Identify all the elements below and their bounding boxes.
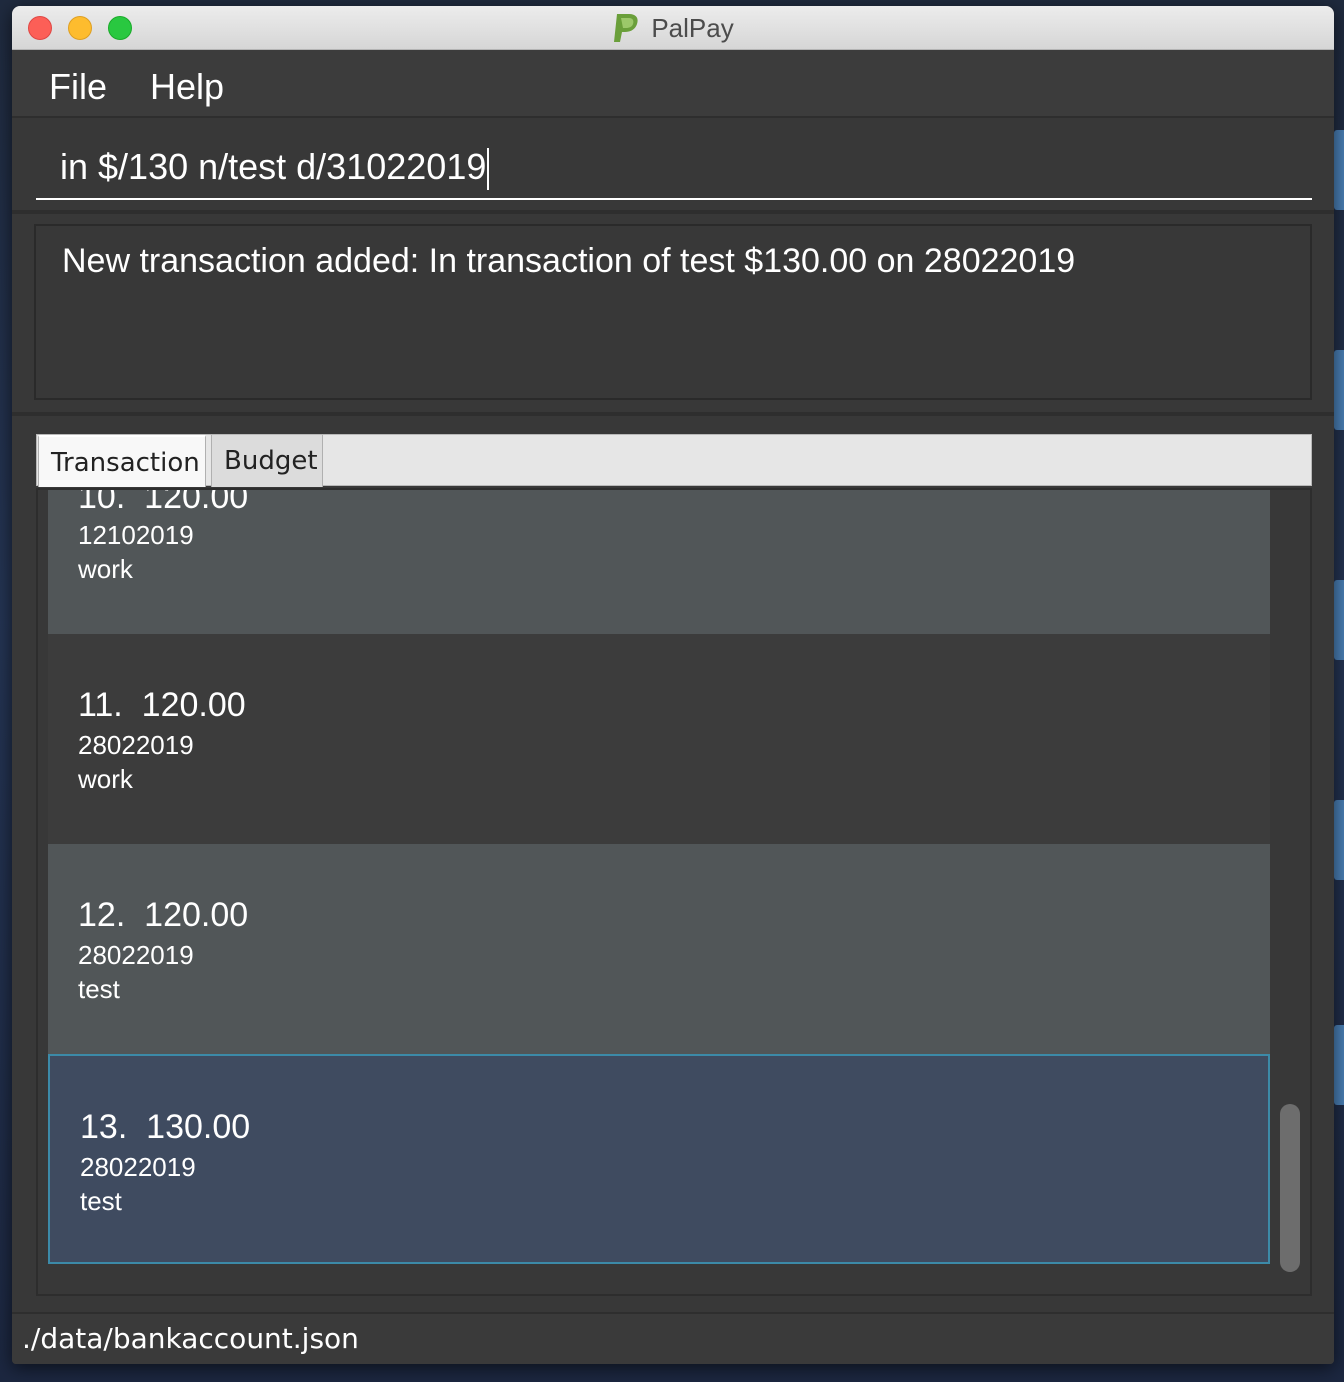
transaction-index: 11. (78, 686, 123, 724)
desktop-background-strip (1334, 580, 1344, 660)
tab-transaction[interactable]: Transaction (38, 435, 206, 487)
desktop-background-strip (1334, 1025, 1344, 1105)
transaction-list[interactable]: 10. 120.00 12102019 work 11. 120.00 2802… (36, 488, 1312, 1296)
result-display[interactable]: New transaction added: In transaction of… (34, 224, 1312, 400)
transaction-description: work (78, 554, 133, 584)
transaction-description: test (80, 1186, 122, 1216)
transaction-amount: 120.00 (141, 686, 246, 724)
transaction-description: test (78, 974, 120, 1004)
app-window: PalPay File Help in $/130 n/test d/31022… (12, 6, 1334, 1364)
desktop-background-strip (1334, 350, 1344, 430)
tab-budget[interactable]: Budget (211, 435, 323, 487)
menu-bar: File Help (12, 50, 1334, 118)
tab-bar: Transaction Budget (36, 434, 1312, 487)
transaction-header: 11. 120.00 (78, 686, 246, 725)
transaction-index: 10. (78, 488, 126, 516)
desktop-background-strip (1334, 800, 1344, 880)
transaction-card-selected[interactable]: 13. 130.00 28022019 test (48, 1054, 1270, 1264)
desktop-background-strip (1334, 130, 1344, 210)
transaction-index: 12. (78, 896, 126, 934)
command-box-area: in $/130 n/test d/31022019 (12, 118, 1334, 214)
transaction-list-content: 10. 120.00 12102019 work 11. 120.00 2802… (48, 488, 1272, 1264)
transaction-header: 12. 120.00 (78, 896, 248, 935)
transaction-amount: 130.00 (146, 1108, 251, 1146)
command-input-text: in $/130 n/test d/31022019 (60, 146, 487, 187)
window-title: PalPay (651, 12, 734, 43)
list-scrollbar[interactable] (1280, 1104, 1300, 1272)
transaction-amount: 120.00 (144, 896, 249, 934)
transaction-index: 13. (80, 1108, 128, 1146)
command-input[interactable]: in $/130 n/test d/31022019 (36, 138, 1312, 200)
transaction-header: 10. 120.00 (78, 488, 249, 517)
menu-file[interactable]: File (49, 66, 107, 108)
transaction-card[interactable]: 10. 120.00 12102019 work (48, 488, 1270, 634)
status-bar: ./data/bankaccount.json (12, 1312, 1334, 1364)
transaction-date: 28022019 (78, 730, 194, 760)
data-file-path: ./data/bankaccount.json (22, 1322, 359, 1355)
title-bar[interactable]: PalPay (12, 6, 1334, 50)
menu-help[interactable]: Help (150, 66, 224, 108)
transaction-description: work (78, 764, 133, 794)
list-area: Transaction Budget 10. 120.00 12102019 w… (12, 416, 1334, 1312)
transaction-header: 13. 130.00 (80, 1108, 250, 1147)
transaction-amount: 120.00 (144, 488, 249, 516)
transaction-card[interactable]: 12. 120.00 28022019 test (48, 844, 1270, 1054)
transaction-date: 28022019 (80, 1152, 196, 1182)
transaction-card[interactable]: 11. 120.00 28022019 work (48, 634, 1270, 844)
transaction-date: 28022019 (78, 940, 194, 970)
result-display-area: New transaction added: In transaction of… (12, 214, 1334, 416)
window-title-group: PalPay (12, 12, 1334, 44)
palpay-logo-icon (612, 12, 640, 44)
result-message: New transaction added: In transaction of… (62, 242, 1076, 280)
transaction-date: 12102019 (78, 520, 194, 550)
text-cursor (487, 148, 490, 191)
